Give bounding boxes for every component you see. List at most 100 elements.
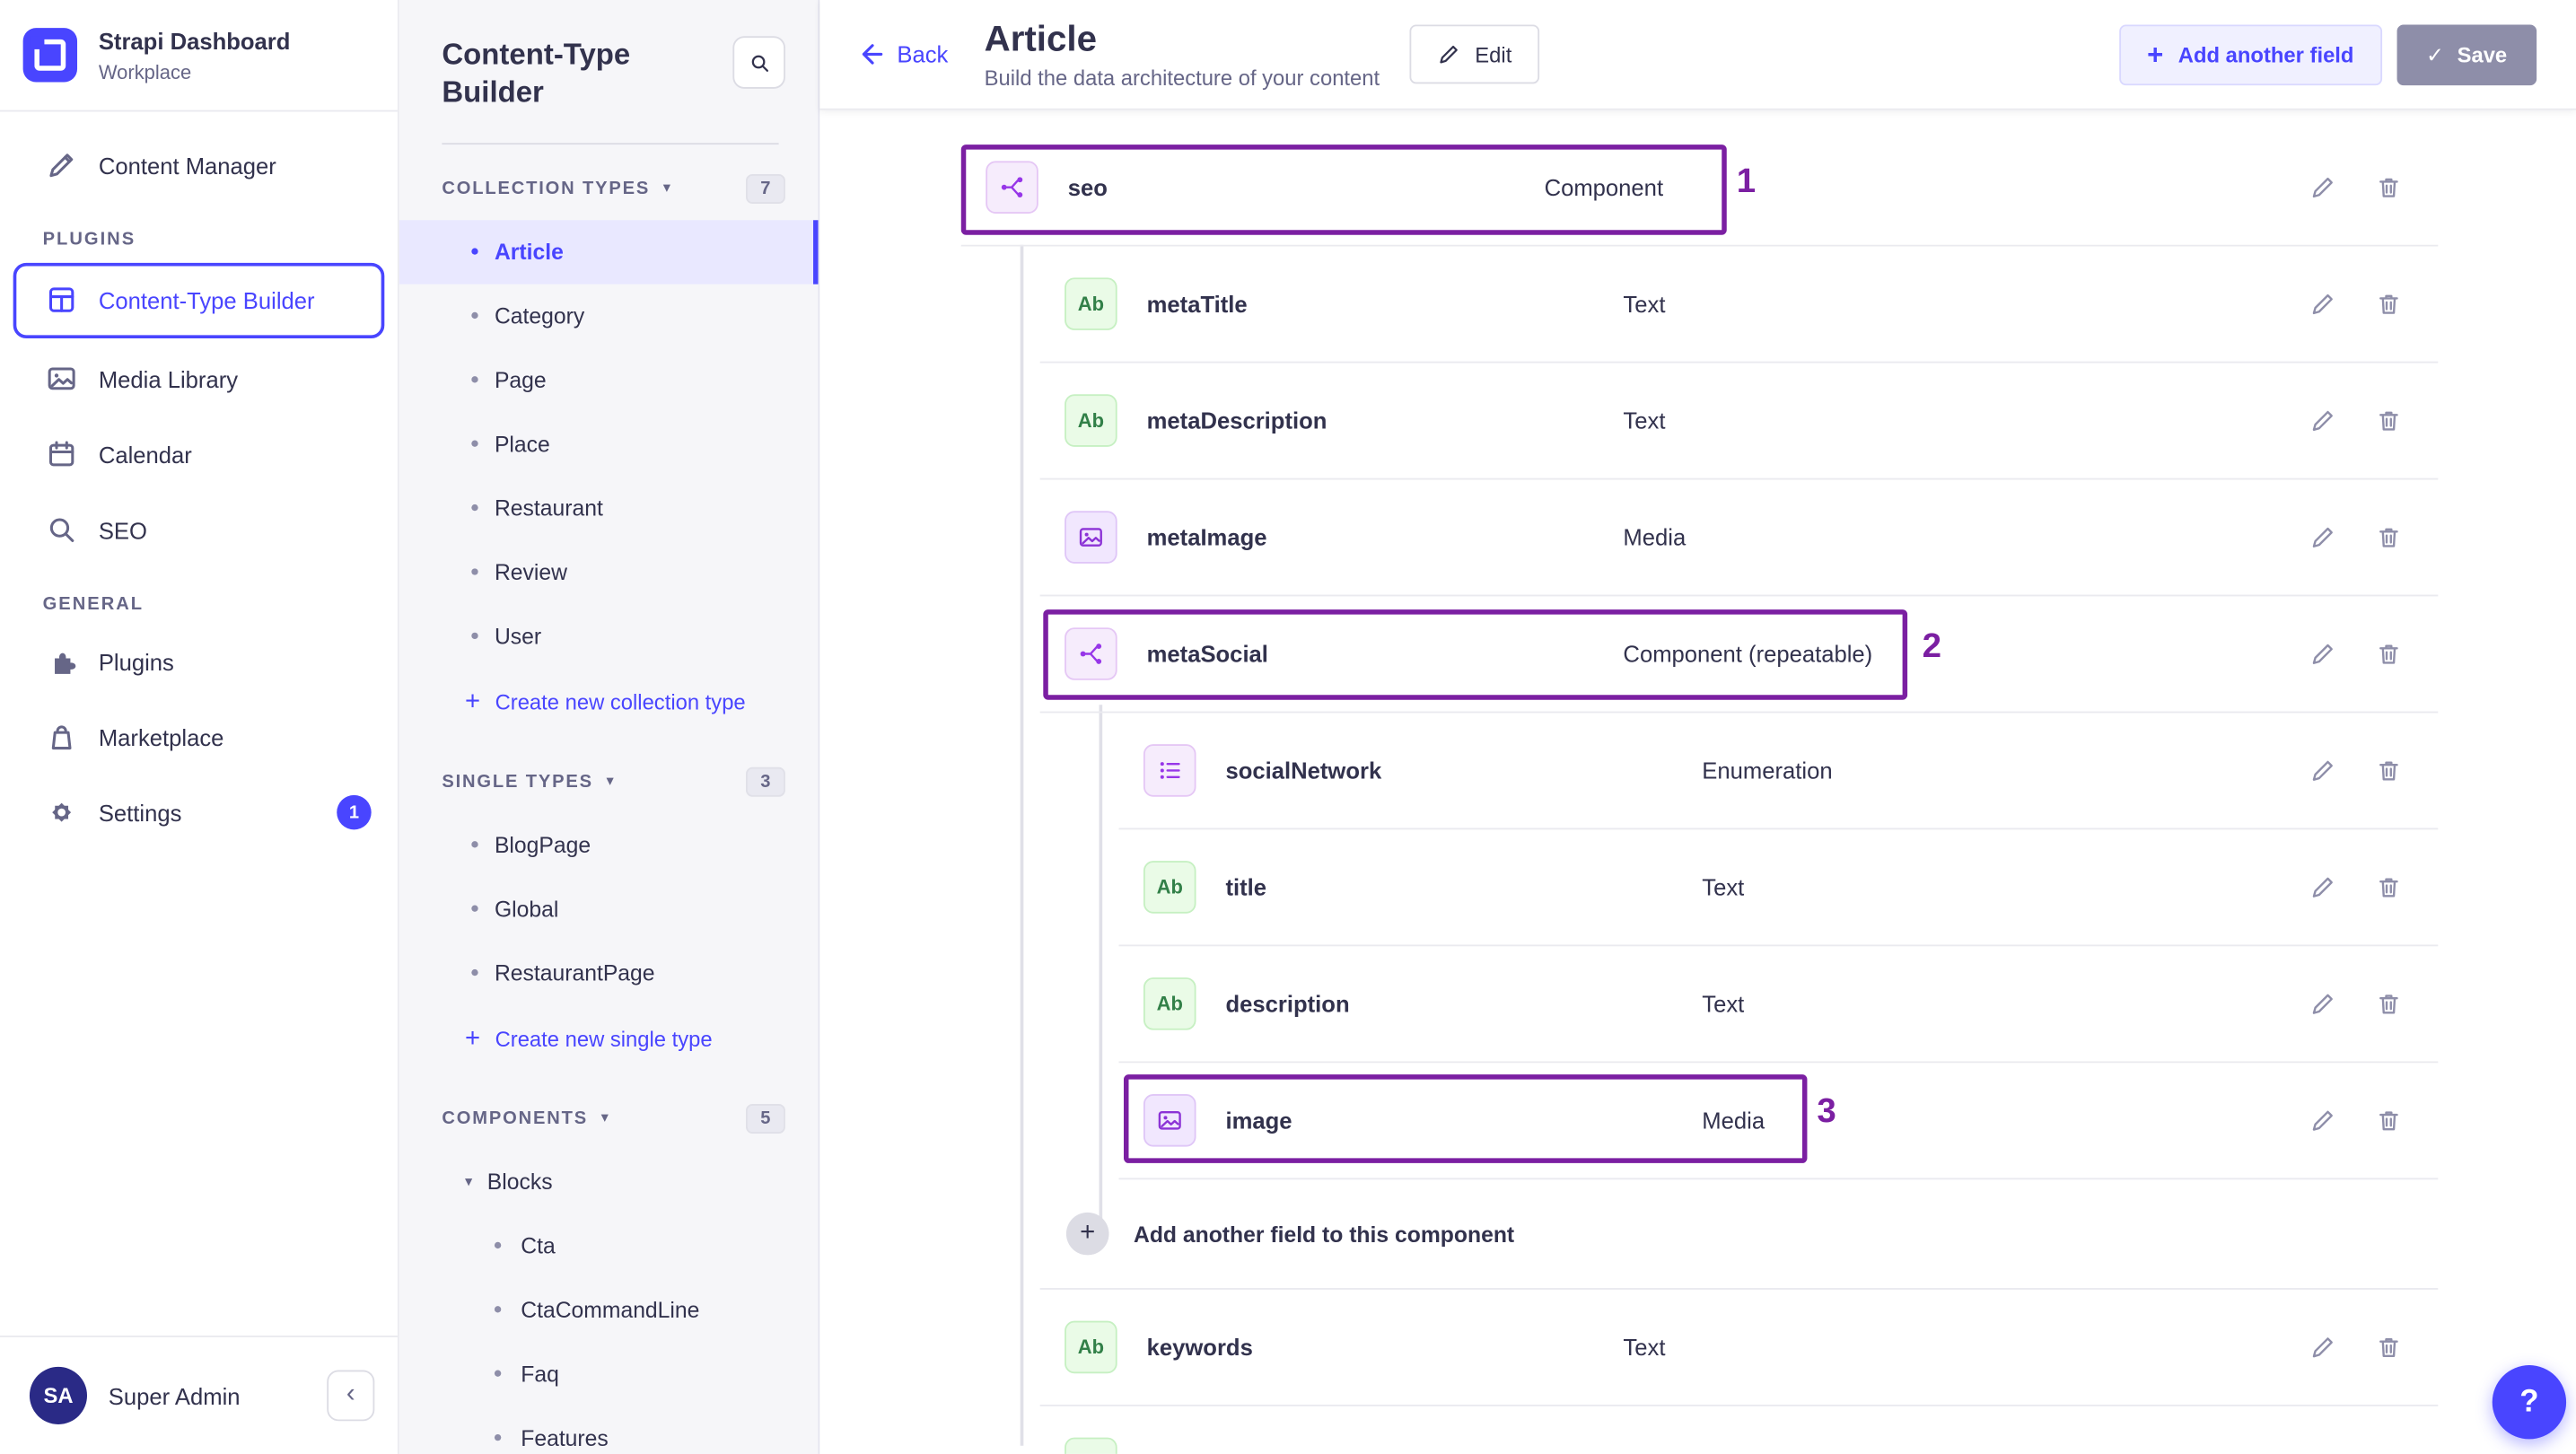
shopping-bag-icon: [46, 722, 77, 753]
field-type: Text: [1623, 407, 1666, 434]
sidebar-item-label: Calendar: [98, 441, 192, 468]
field-type: Text: [1623, 290, 1666, 318]
component-faq[interactable]: Faq: [399, 1342, 819, 1406]
sidebar-item-content-manager[interactable]: Content Manager: [0, 127, 398, 203]
field-row-image: image Media: [1118, 1063, 2439, 1180]
trash-icon: [2379, 294, 2398, 314]
delete-field-button[interactable]: [2376, 524, 2402, 550]
component-field-icon: [1065, 627, 1117, 680]
text-field-icon: Ab: [1143, 861, 1196, 914]
user-name: Super Admin: [108, 1382, 241, 1409]
component-cta[interactable]: Cta: [399, 1213, 819, 1277]
collection-type-place[interactable]: Place: [399, 412, 819, 476]
edit-field-button[interactable]: [2310, 291, 2336, 317]
pencil-icon: [2312, 177, 2333, 198]
create-single-type-link[interactable]: + Create new single type: [399, 1005, 819, 1074]
field-row-metarobots: Ab metaRobots Text: [1040, 1406, 2439, 1454]
back-link[interactable]: Back: [856, 39, 948, 69]
delete-field-button[interactable]: [2376, 407, 2402, 434]
avatar[interactable]: SA: [29, 1366, 88, 1424]
sidebar-item-settings[interactable]: Settings 1: [0, 775, 398, 850]
chevron-down-icon: ▾: [606, 772, 614, 790]
component-category-blocks[interactable]: ▾ Blocks: [399, 1150, 819, 1213]
delete-field-button[interactable]: [2376, 174, 2402, 200]
component-features[interactable]: Features: [399, 1406, 819, 1453]
nav-list: Content Manager PLUGINS Content-Type Bui…: [0, 111, 398, 851]
annotation-number-3: 3: [1817, 1092, 1836, 1131]
sidebar-item-media-library[interactable]: Media Library: [0, 341, 398, 416]
delete-field-button[interactable]: [2376, 758, 2402, 784]
field-name: description: [1225, 990, 1350, 1018]
delete-field-button[interactable]: [2376, 641, 2402, 667]
single-type-restaurantpage[interactable]: RestaurantPage: [399, 941, 819, 1004]
pencil-icon: [2310, 1450, 2336, 1454]
collection-type-user[interactable]: User: [399, 604, 819, 668]
field-type: Text: [1702, 873, 1745, 901]
delete-field-button[interactable]: [2376, 874, 2402, 900]
delete-field-button[interactable]: [2376, 1334, 2402, 1360]
page-subtitle: Build the data architecture of your cont…: [984, 66, 1380, 92]
edit-field-button[interactable]: [2310, 991, 2336, 1017]
collection-type-category[interactable]: Category: [399, 284, 819, 347]
single-type-global[interactable]: Global: [399, 877, 819, 941]
collection-type-article[interactable]: Article: [399, 219, 819, 285]
puzzle-icon: [46, 645, 77, 677]
calendar-icon: [46, 439, 77, 470]
collection-type-review[interactable]: Review: [399, 540, 819, 604]
single-type-blogpage[interactable]: BlogPage: [399, 813, 819, 877]
delete-field-button[interactable]: [2376, 1450, 2402, 1454]
create-collection-type-link[interactable]: + Create new collection type: [399, 669, 819, 738]
collection-type-page[interactable]: Page: [399, 348, 819, 412]
component-ctacommandline[interactable]: CtaCommandLine: [399, 1278, 819, 1342]
edit-field-button[interactable]: [2310, 174, 2336, 200]
settings-badge: 1: [337, 794, 372, 830]
edit-field-button[interactable]: [2310, 758, 2336, 784]
edit-field-button[interactable]: [2310, 874, 2336, 900]
field-name: metaTitle: [1146, 290, 1248, 318]
plus-icon: +: [465, 1024, 481, 1053]
edit-field-button[interactable]: [2310, 1108, 2336, 1134]
delete-field-button[interactable]: [2376, 991, 2402, 1017]
user-area: SA Super Admin ‹: [0, 1336, 398, 1454]
plus-icon: +: [465, 688, 481, 716]
field-row-socialnetwork: socialNetwork Enumeration: [1118, 713, 2439, 830]
ctb-panel-title: Content-Type Builder: [442, 38, 631, 109]
add-field-to-component-button[interactable]: + Add another field to this component: [1039, 1179, 2439, 1290]
section-collection-types[interactable]: COLLECTION TYPES ▾ 7: [399, 145, 819, 220]
chevron-down-icon: ▾: [465, 1172, 473, 1189]
section-components[interactable]: COMPONENTS ▾ 5: [399, 1074, 819, 1150]
sidebar-item-marketplace[interactable]: Marketplace: [0, 699, 398, 775]
main-content: Back Article Build the data architecture…: [819, 0, 2576, 1454]
add-another-field-button[interactable]: + Add another field: [2119, 23, 2382, 85]
edit-field-button[interactable]: [2310, 407, 2336, 434]
search-icon: [46, 514, 77, 546]
brand: Strapi Dashboard Workplace: [0, 0, 398, 109]
trash-icon: [2379, 878, 2398, 898]
field-row-metasocial: metaSocial Component (repeatable): [1039, 596, 2439, 714]
delete-field-button[interactable]: [2376, 1108, 2402, 1134]
pencil-icon: [2312, 994, 2333, 1014]
save-button[interactable]: ✓ Save: [2396, 23, 2537, 85]
edit-button[interactable]: Edit: [1409, 24, 1540, 84]
edit-field-button[interactable]: [2310, 1450, 2336, 1454]
pencil-icon: [2312, 1110, 2333, 1131]
section-single-types[interactable]: SINGLE TYPES ▾ 3: [399, 737, 819, 812]
field-name: metaSocial: [1146, 640, 1268, 668]
edit-field-button[interactable]: [2310, 641, 2336, 667]
help-button[interactable]: ?: [2492, 1365, 2567, 1440]
sidebar-item-calendar[interactable]: Calendar: [0, 416, 398, 492]
field-row-description: Ab description Text: [1118, 946, 2439, 1064]
text-field-icon: Ab: [1065, 1320, 1117, 1374]
sidebar-item-plugins[interactable]: Plugins: [0, 624, 398, 699]
trash-icon: [2379, 1111, 2398, 1131]
delete-field-button[interactable]: [2376, 291, 2402, 317]
collection-type-restaurant[interactable]: Restaurant: [399, 476, 819, 539]
strapi-logo-icon: [22, 28, 78, 83]
annotation-number-1: 1: [1736, 162, 1757, 201]
search-button[interactable]: [732, 36, 785, 89]
collapse-sidebar-button[interactable]: ‹: [327, 1370, 375, 1422]
edit-field-button[interactable]: [2310, 1334, 2336, 1360]
sidebar-item-content-type-builder[interactable]: Content-Type Builder: [13, 261, 385, 338]
sidebar-item-seo[interactable]: SEO: [0, 492, 398, 567]
edit-field-button[interactable]: [2310, 524, 2336, 550]
